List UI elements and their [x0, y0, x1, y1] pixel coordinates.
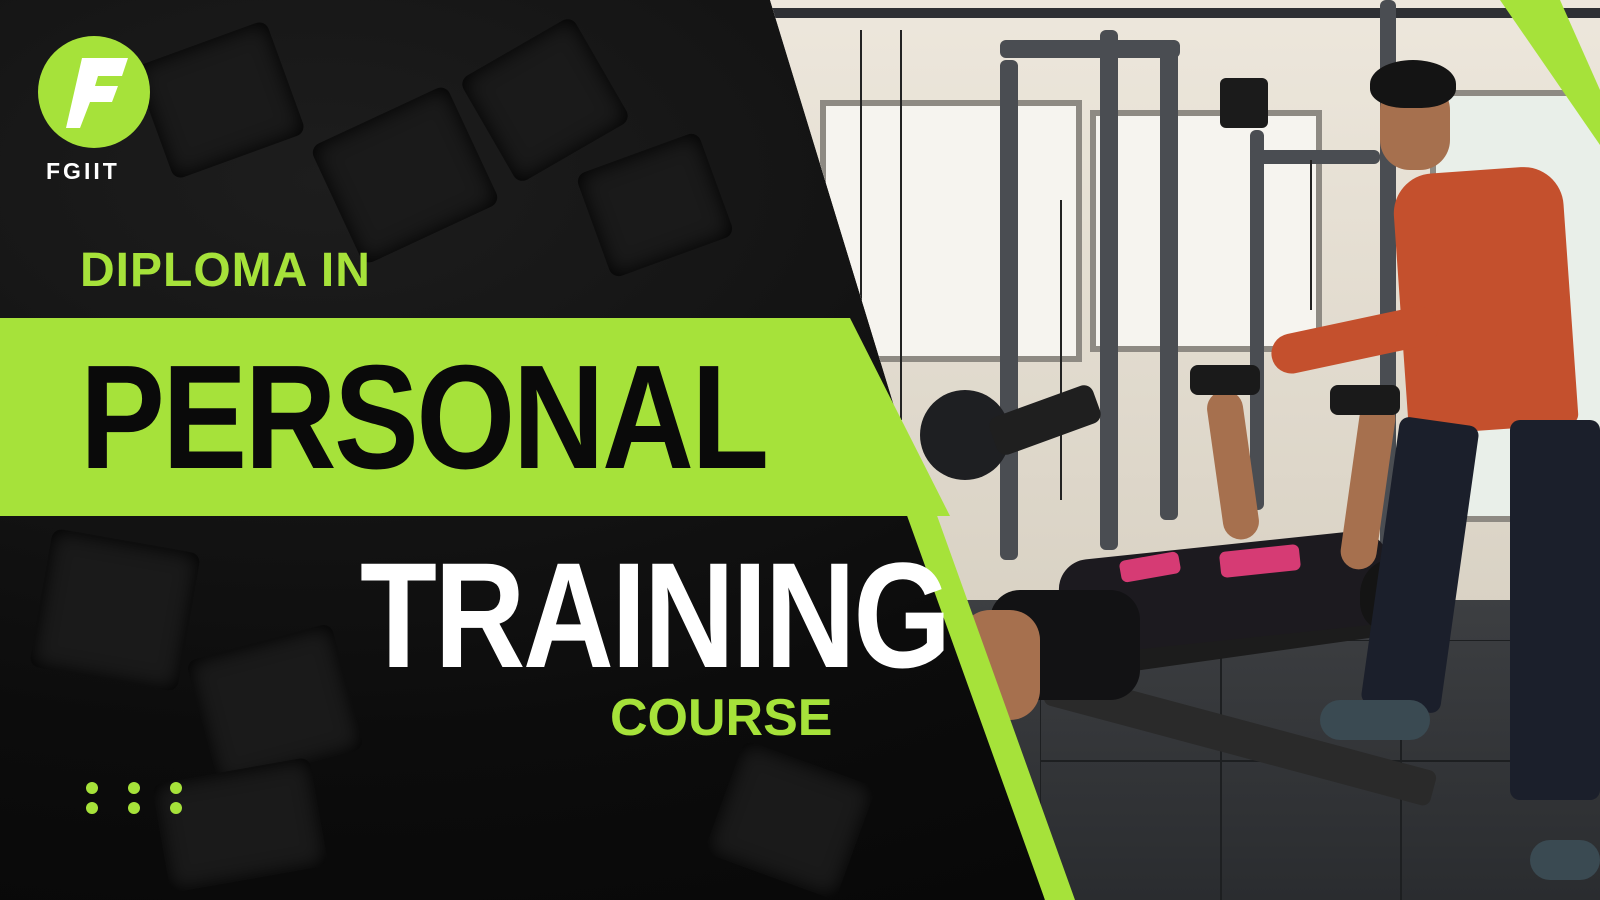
- cable-machine-frame: [1000, 60, 1018, 560]
- speaker: [1220, 78, 1268, 128]
- course-banner: FGIIT DIPLOMA IN PERSONAL TRAINING COURS…: [0, 0, 1600, 900]
- dot: [86, 782, 98, 794]
- photo-window: [1090, 110, 1322, 352]
- cable: [1310, 160, 1312, 310]
- dot: [86, 802, 98, 814]
- cable: [900, 30, 902, 420]
- headline-diploma: DIPLOMA IN: [80, 244, 371, 297]
- dumbbell: [1190, 365, 1260, 395]
- cable-machine-frame: [1000, 40, 1180, 58]
- headline-training: TRAINING: [360, 531, 951, 699]
- brand-logo: [28, 30, 150, 152]
- trainer-shoe: [1320, 700, 1430, 740]
- trainer-pants: [1510, 420, 1600, 800]
- dumbbell-silhouette: [28, 528, 202, 692]
- cable-machine-frame: [1250, 130, 1264, 510]
- trainer-shirt: [1391, 164, 1579, 436]
- dumbbell: [1330, 385, 1400, 415]
- trainer-hair: [1370, 60, 1456, 108]
- trainer-shoe: [1530, 840, 1600, 880]
- brand-name: FGIIT: [46, 158, 120, 184]
- cable-machine-frame: [1160, 40, 1178, 520]
- headline-course: COURSE: [610, 689, 833, 747]
- flame-f-logo-icon: [38, 36, 150, 148]
- cable-machine-frame: [1100, 30, 1118, 550]
- dot: [128, 802, 140, 814]
- dot: [128, 782, 140, 794]
- ceiling-beam: [770, 8, 1600, 18]
- cable: [1060, 200, 1062, 500]
- headline-personal: PERSONAL: [80, 335, 769, 500]
- dot: [170, 782, 182, 794]
- cable-machine-frame: [1250, 150, 1380, 164]
- dot: [170, 802, 182, 814]
